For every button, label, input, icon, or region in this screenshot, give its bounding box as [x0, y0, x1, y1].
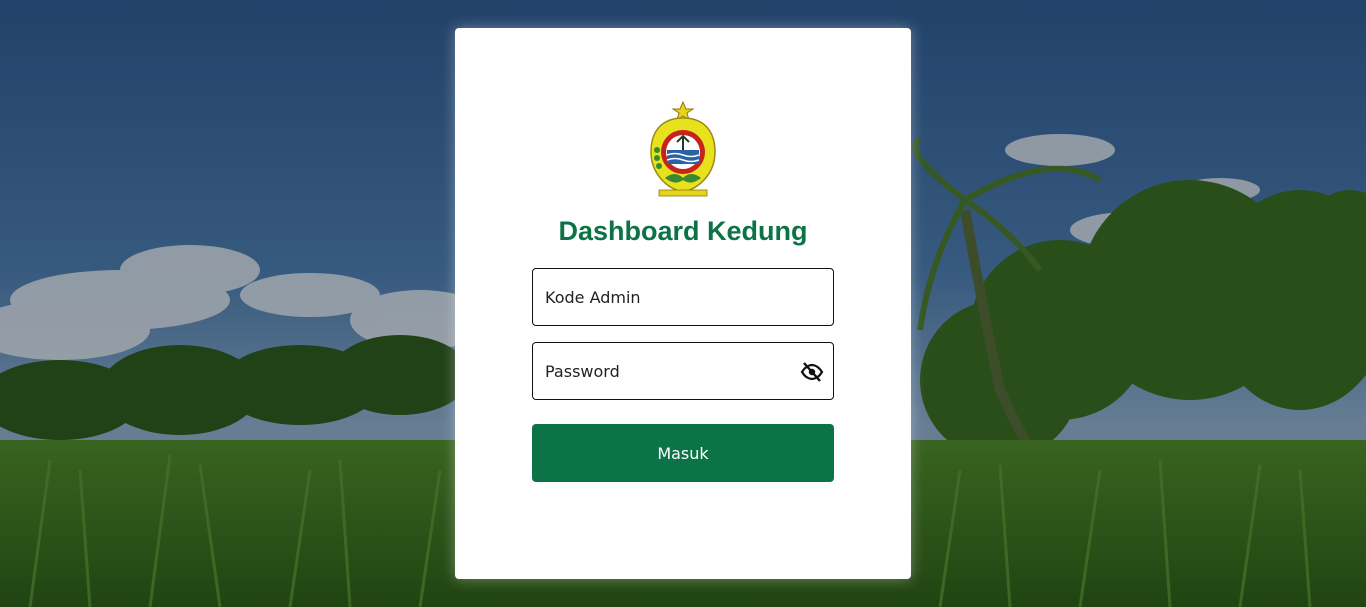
login-page: Dashboard Kedung Masuk — [0, 0, 1366, 607]
eye-slash-icon[interactable] — [800, 360, 824, 384]
admin-code-input[interactable] — [545, 269, 795, 325]
admin-code-field[interactable] — [532, 268, 834, 326]
page-title: Dashboard Kedung — [558, 216, 808, 246]
password-field[interactable] — [532, 342, 834, 400]
password-input[interactable] — [545, 343, 795, 399]
regency-emblem-logo — [650, 100, 716, 197]
login-card: Dashboard Kedung Masuk — [455, 28, 911, 579]
login-button[interactable]: Masuk — [532, 424, 834, 482]
